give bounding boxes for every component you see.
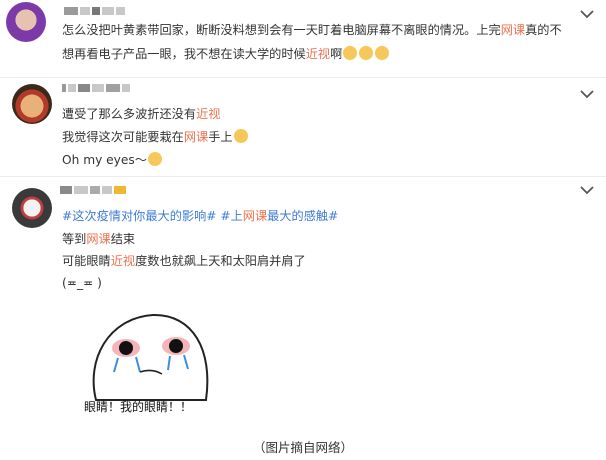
hashtag-link[interactable]: #这次疫情对你最大的影响# #上: [62, 209, 243, 223]
post-text: 结束: [110, 232, 136, 246]
crying-face-emoji: [233, 129, 248, 143]
chevron-down-icon[interactable]: [578, 184, 596, 196]
post-text: 我觉得这次可能要栽在: [62, 130, 184, 144]
crying-face-emoji: [359, 46, 374, 60]
chevron-down-icon[interactable]: [578, 8, 596, 20]
keyword-link[interactable]: 网课: [86, 232, 110, 246]
post-text-line: 怎么没把叶黄素带回家，断断没料想到会有一天盯着电脑屏幕不离眼的情况。上完网课真的…: [62, 22, 562, 38]
username-pixelated[interactable]: [60, 185, 126, 195]
post-text: 真的不: [525, 23, 562, 37]
crying-face-emoji: [147, 152, 162, 166]
post-text: 手上: [208, 130, 233, 144]
post-text: 啊: [330, 47, 343, 61]
post-text-line: 想再看电子产品一眼，我不想在读大学的时候近视啊: [62, 46, 390, 62]
keyword-link[interactable]: 网课: [243, 209, 267, 223]
post-text: 等到: [62, 232, 87, 246]
keyword-link[interactable]: 近视: [111, 254, 135, 268]
post-text-line: 遭受了那么多波折还没有近视: [62, 106, 220, 122]
post-text-line: 我觉得这次可能要栽在网课手上: [62, 129, 249, 145]
post-2: 遭受了那么多波折还没有近视 我觉得这次可能要栽在网课手上 Oh my eyes～: [0, 78, 606, 178]
image-caption: （图片摘自网络）: [252, 440, 353, 455]
post-text-line: 可能眼睛近视度数也就飙上天和太阳肩并肩了: [62, 253, 306, 269]
keyword-link[interactable]: 网课: [501, 23, 525, 37]
post-text: Oh my eyes～: [62, 153, 147, 167]
post-text-line: 等到网课结束: [62, 231, 135, 247]
post-text: 遭受了那么多波折还没有: [62, 107, 197, 121]
crying-face-emoji: [375, 46, 390, 60]
avatar[interactable]: [12, 84, 52, 124]
post-text-line: Oh my eyes～: [62, 152, 163, 168]
hashtag-line[interactable]: #这次疫情对你最大的影响# #上网课最大的感触#: [62, 208, 338, 224]
avatar[interactable]: [12, 188, 52, 228]
post-1: 怎么没把叶黄素带回家，断断没料想到会有一天盯着电脑屏幕不离眼的情况。上完网课真的…: [0, 0, 606, 76]
keyword-link[interactable]: 近视: [196, 107, 220, 121]
username-pixelated[interactable]: [62, 83, 130, 93]
post-text: 度数也就飙上天和太阳肩并肩了: [135, 254, 306, 268]
avatar[interactable]: [6, 2, 46, 42]
keyword-link[interactable]: 近视: [306, 47, 330, 61]
username-pixelated[interactable]: [64, 6, 125, 16]
post-text: 想再看电子产品一眼，我不想在读大学的时候: [62, 47, 306, 61]
crying-face-emoji: [343, 46, 358, 60]
hashtag-link[interactable]: 最大的感触#: [267, 209, 338, 223]
meme-caption: 眼睛！我的眼睛！！: [84, 400, 193, 414]
keyword-link[interactable]: 网课: [184, 130, 208, 144]
post-text-line: (≖_≖ ): [62, 275, 102, 291]
post-text: 可能眼睛: [62, 254, 111, 268]
post-text: (≖_≖ ): [62, 276, 102, 290]
divider: [0, 176, 606, 177]
chevron-down-icon[interactable]: [578, 88, 596, 100]
post-text: 怎么没把叶黄素带回家，断断没料想到会有一天盯着电脑屏幕不离眼的情况。上完: [62, 23, 501, 37]
